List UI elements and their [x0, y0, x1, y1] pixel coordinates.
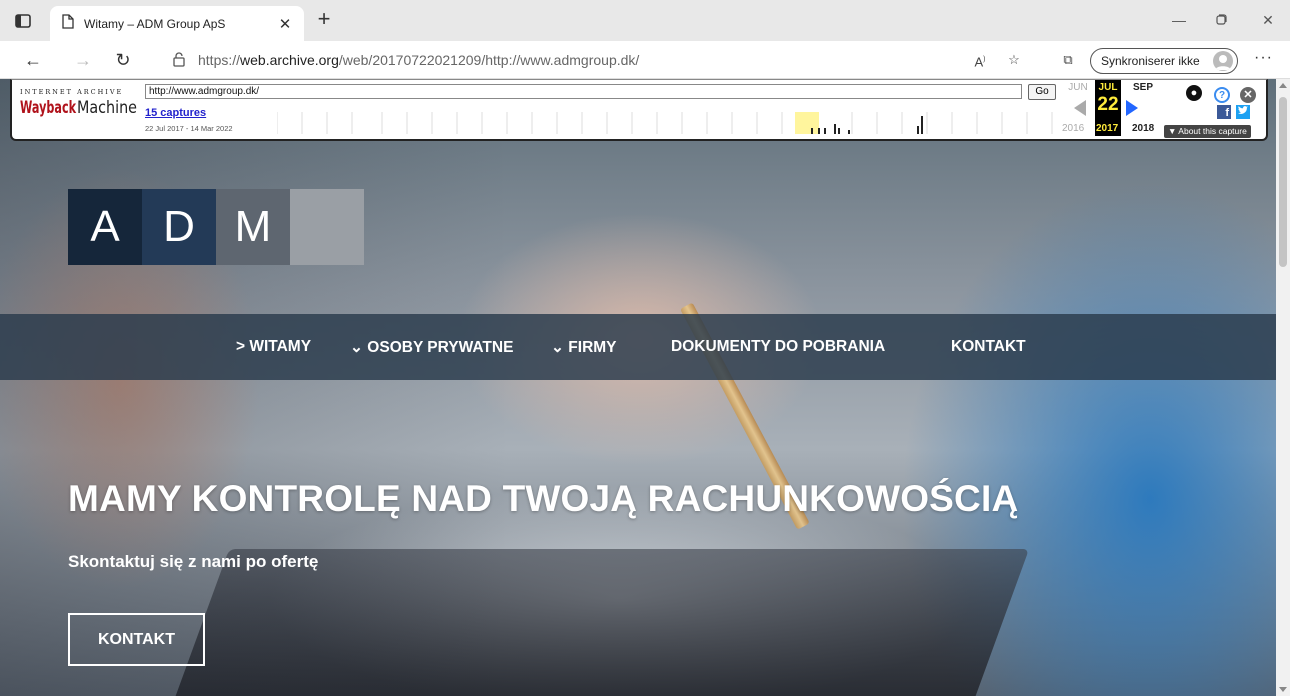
- wayback-go-button[interactable]: Go: [1028, 84, 1056, 100]
- favorite-icon[interactable]: ☆: [1004, 50, 1024, 70]
- help-icon[interactable]: ?: [1214, 87, 1230, 103]
- more-menu-icon[interactable]: ···: [1254, 49, 1273, 67]
- next-year-label[interactable]: 2018: [1132, 123, 1154, 134]
- new-tab-button[interactable]: +: [312, 7, 336, 31]
- next-month-label: SEP: [1132, 82, 1153, 93]
- nav-item-dokumenty[interactable]: DOKUMENTY DO POBRANIA: [671, 338, 885, 356]
- tab-actions-icon[interactable]: [12, 11, 34, 31]
- address-toolbar: ← → ↻ https://web.archive.org/web/201707…: [0, 41, 1290, 79]
- tab-bar: Witamy – ADM Group ApS ✕ + — ✕: [0, 0, 1290, 41]
- sync-label: Synkroniserer ikke: [1101, 54, 1200, 68]
- capture-day: 22: [1097, 94, 1119, 115]
- nav-item-osoby-prywatne[interactable]: ⌄ OSOBY PRYWATNE: [350, 338, 513, 357]
- twitter-icon[interactable]: [1236, 105, 1250, 119]
- svg-text:Wayback: Wayback: [20, 98, 76, 117]
- scroll-thumb[interactable]: [1279, 97, 1287, 267]
- about-capture-button[interactable]: ▼ About this capture: [1164, 125, 1251, 138]
- prev-year-label[interactable]: 2016: [1062, 123, 1084, 134]
- wayback-logo[interactable]: Wayback Machine: [20, 97, 140, 118]
- url-text: https://web.archive.org/web/201707220212…: [198, 52, 640, 68]
- captures-range: 22 Jul 2017 - 14 Mar 2022: [145, 124, 233, 133]
- close-tab-icon[interactable]: ✕: [276, 15, 294, 33]
- scroll-down-icon[interactable]: [1279, 687, 1287, 692]
- next-capture-arrow-icon[interactable]: [1126, 100, 1138, 116]
- collections-icon[interactable]: ⧉: [1058, 50, 1078, 70]
- forward-icon[interactable]: →: [72, 49, 94, 71]
- logo-blank-square: [290, 189, 364, 265]
- logo-letter-a: A: [68, 189, 142, 265]
- page-scrollbar[interactable]: [1276, 79, 1290, 696]
- scroll-up-icon[interactable]: [1279, 83, 1287, 88]
- site-logo[interactable]: A D M: [68, 189, 364, 265]
- wayback-url-input[interactable]: http://www.admgroup.dk/: [145, 84, 1022, 99]
- captures-sparkline[interactable]: [277, 106, 1057, 134]
- wayback-toolbar: INTERNET ARCHIVE Wayback Machine http://…: [10, 79, 1268, 141]
- browser-tab[interactable]: Witamy – ADM Group ApS ✕: [50, 6, 304, 41]
- nav-item-witamy[interactable]: > WITAMY: [236, 338, 311, 356]
- close-toolbar-icon[interactable]: ✕: [1240, 87, 1256, 103]
- hero-headline: MAMY KONTROLĘ NAD TWOJĄ RACHUNKOWOŚCIĄ: [68, 478, 1019, 519]
- address-bar[interactable]: https://web.archive.org/web/201707220212…: [152, 46, 1070, 74]
- captures-link[interactable]: 15 captures: [145, 107, 206, 119]
- page-icon: [62, 13, 74, 34]
- hero-section: A D M > WITAMY ⌄ OSOBY PRYWATNE ⌄ FIRMY …: [0, 79, 1276, 696]
- close-window-icon[interactable]: ✕: [1258, 12, 1278, 29]
- nav-item-firmy[interactable]: ⌄ FIRMY: [551, 338, 617, 357]
- avatar: [1213, 51, 1233, 71]
- wayback-logo-caption: INTERNET ARCHIVE: [20, 88, 124, 96]
- nav-item-kontakt[interactable]: KONTAKT: [951, 338, 1026, 356]
- main-nav: > WITAMY ⌄ OSOBY PRYWATNE ⌄ FIRMY DOKUME…: [0, 314, 1276, 380]
- facebook-icon[interactable]: f: [1217, 105, 1231, 119]
- logo-letter-d: D: [142, 189, 216, 265]
- tab-title: Witamy – ADM Group ApS: [84, 16, 226, 31]
- prev-month-label: JUN: [1068, 82, 1088, 93]
- back-icon[interactable]: ←: [22, 49, 44, 71]
- restore-icon[interactable]: [1211, 12, 1231, 28]
- svg-text:Machine: Machine: [77, 98, 137, 117]
- prev-capture-arrow-icon[interactable]: [1074, 100, 1086, 116]
- refresh-icon[interactable]: ↻: [112, 49, 134, 71]
- site-info-icon[interactable]: [172, 52, 188, 68]
- hero-subline: Skontaktuj się z nami po ofertę: [68, 552, 319, 571]
- wayback-user-icon[interactable]: ●: [1186, 85, 1202, 101]
- profile-sync-button[interactable]: Synkroniserer ikke: [1090, 48, 1238, 74]
- logo-letter-m: M: [216, 189, 290, 265]
- read-aloud-icon[interactable]: A): [970, 50, 990, 70]
- minimize-icon[interactable]: —: [1169, 12, 1189, 28]
- current-year-label: 2017: [1096, 123, 1119, 134]
- kontakt-button[interactable]: KONTAKT: [68, 613, 205, 666]
